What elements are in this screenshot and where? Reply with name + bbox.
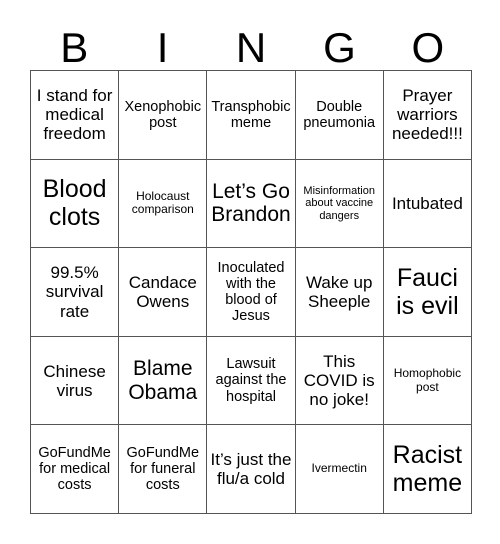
bingo-cell[interactable]: Let’s Go Brandon (207, 159, 296, 249)
bingo-cell-label: Blood clots (42, 175, 107, 232)
bingo-header-letter-n: N (235, 24, 267, 71)
bingo-cell-label: This COVID is no joke! (303, 352, 375, 410)
bingo-header-letter-i: I (156, 24, 169, 71)
bingo-cell-label: Prayer warriors needed!!! (391, 86, 463, 144)
bingo-header: B I N G O (30, 18, 472, 70)
bingo-header-letter-b: B (60, 24, 89, 71)
bingo-cell[interactable]: 99.5% survival rate (31, 248, 120, 337)
bingo-cell[interactable]: Intubated (383, 159, 472, 249)
bingo-cell-label: Ivermectin (311, 461, 367, 476)
bingo-cell-label: Let’s Go Brandon (211, 179, 291, 227)
bingo-header-letter-g: G (323, 24, 356, 71)
bingo-cell-label: 99.5% survival rate (45, 263, 104, 321)
bingo-cell[interactable]: Ivermectin (295, 425, 384, 514)
bingo-cell[interactable]: I stand for medical freedom (31, 71, 120, 160)
bingo-header-letter-o: O (411, 24, 445, 71)
bingo-cell[interactable]: Inoculated with the blood of Jesus (207, 248, 296, 337)
bingo-cell-label: GoFundMe for funeral costs (126, 444, 200, 494)
bingo-cell-label: Intubated (391, 193, 463, 213)
bingo-cell[interactable]: Blood clots (31, 159, 120, 249)
bingo-cell[interactable]: This COVID is no joke! (295, 336, 384, 426)
bingo-cell-label: Holocaust comparison (131, 188, 194, 217)
bingo-cell-label: I stand for medical freedom (36, 86, 113, 144)
bingo-card: B I N G O I stand for medical freedom Xen… (0, 0, 500, 544)
bingo-cell[interactable]: Misinformation about vaccine dangers (295, 159, 384, 249)
bingo-cell[interactable]: Wake up Sheeple (295, 248, 384, 337)
bingo-cell[interactable]: Double pneumonia (295, 71, 384, 160)
bingo-cell[interactable]: Fauci is evil (383, 248, 472, 337)
bingo-cell[interactable]: Blame Obama (119, 336, 208, 426)
bingo-cell-label: Lawsuit against the hospital (215, 356, 287, 405)
bingo-cell[interactable]: It’s just the flu/a cold (207, 425, 296, 514)
bingo-cell[interactable]: GoFundMe for funeral costs (119, 425, 208, 514)
bingo-cell-label: Homophobic post (393, 366, 462, 394)
bingo-cell-label: GoFundMe for medical costs (38, 444, 111, 494)
bingo-cell-label: Inoculated with the blood of Jesus (217, 259, 285, 325)
bingo-cell[interactable]: Transphobic meme (207, 71, 296, 160)
bingo-cell-label: Misinformation about vaccine dangers (303, 184, 375, 222)
bingo-cell[interactable]: Racist meme (383, 425, 472, 514)
bingo-cell-label: Double pneumonia (303, 98, 376, 131)
bingo-cell[interactable]: Holocaust comparison (119, 159, 208, 249)
bingo-cell-label: Xenophobic post (124, 98, 202, 131)
bingo-cell[interactable]: Candace Owens (119, 248, 208, 337)
bingo-cell-label: Wake up Sheeple (305, 272, 373, 311)
bingo-cell[interactable]: Xenophobic post (119, 71, 208, 160)
bingo-cell[interactable]: Chinese virus (31, 336, 120, 426)
bingo-cell-label: Candace Owens (128, 272, 197, 311)
bingo-cell[interactable]: Homophobic post (383, 336, 472, 426)
bingo-cell-label: It’s just the flu/a cold (210, 450, 292, 489)
bingo-cell[interactable]: Lawsuit against the hospital (207, 336, 296, 426)
bingo-cell-label: Fauci is evil (396, 263, 459, 320)
bingo-cell-label: Blame Obama (128, 357, 198, 404)
bingo-cell[interactable]: GoFundMe for medical costs (31, 425, 120, 514)
bingo-cell-label: Transphobic meme (211, 98, 291, 131)
bingo-cell[interactable]: Prayer warriors needed!!! (383, 71, 472, 160)
bingo-cell-label: Chinese virus (43, 361, 106, 400)
bingo-grid: I stand for medical freedom Xenophobic po… (30, 70, 472, 514)
bingo-cell-label: Racist meme (392, 441, 463, 498)
